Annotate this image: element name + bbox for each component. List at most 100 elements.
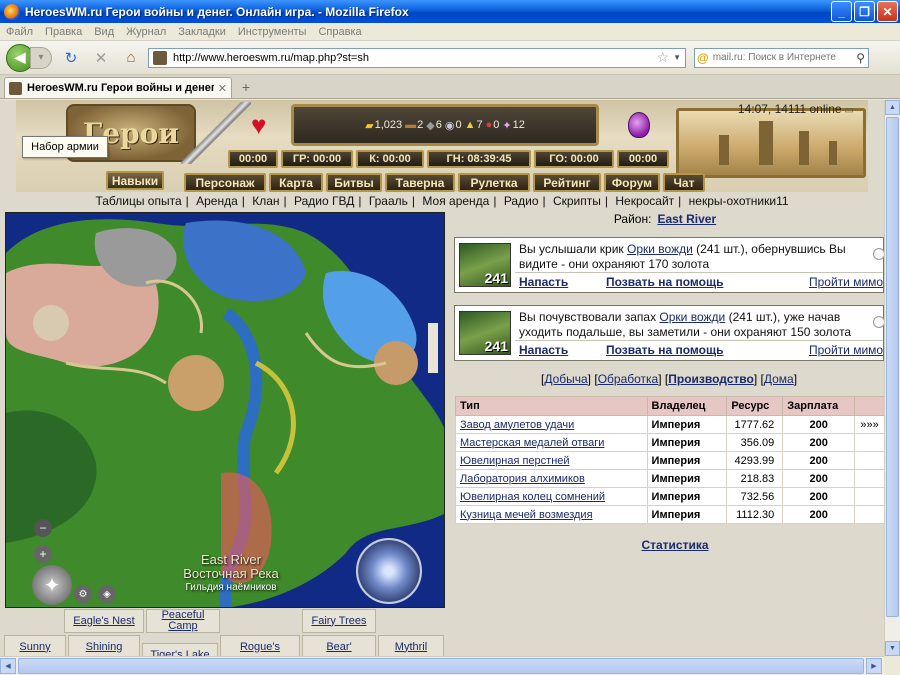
building-link[interactable]: Ювелирная колец сомнений — [455, 487, 648, 506]
monster-link[interactable]: Орки вожди — [659, 310, 725, 324]
link-radio-gvd[interactable]: Радио ГВД — [294, 194, 354, 208]
search-icon[interactable]: ⚲ — [856, 51, 865, 65]
map-compass-icon[interactable]: ✦ — [32, 565, 72, 605]
resource-cell: 1112.30 — [726, 505, 784, 524]
sector-peaceful-camp[interactable]: Peaceful Camp — [146, 609, 220, 633]
call-help-link[interactable]: Позвать на помощь — [606, 343, 723, 357]
bookmark-star-icon[interactable]: ☆ — [657, 49, 670, 66]
menu-history[interactable]: Журнал — [120, 26, 172, 38]
search-input[interactable] — [712, 52, 857, 63]
home-icon[interactable]: ⌂ — [120, 47, 142, 69]
sector-shining[interactable]: Shining — [68, 635, 140, 656]
pass-by-link[interactable]: Пройти мимо — [809, 275, 883, 289]
nav-skills[interactable]: Навыки — [106, 171, 164, 190]
nav-forum[interactable]: Форум — [604, 173, 660, 192]
menu-tools[interactable]: Инструменты — [232, 26, 313, 38]
history-dropdown-icon[interactable]: ▾ — [30, 46, 52, 69]
map-layers-icon[interactable]: ◈ — [98, 585, 116, 603]
nav-character[interactable]: Персонаж — [184, 173, 266, 192]
more-link[interactable]: »»» — [854, 415, 884, 434]
sector-fairy-trees[interactable]: Fairy Trees — [302, 609, 376, 633]
stop-icon[interactable]: ✕ — [90, 47, 112, 69]
attack-link[interactable]: Напасть — [519, 275, 568, 289]
nav-battles[interactable]: Битвы — [326, 173, 382, 192]
map-settings-icon[interactable]: ⚙ — [74, 585, 92, 603]
nav-chat[interactable]: Чат — [663, 173, 705, 192]
reload-icon[interactable]: ↻ — [60, 47, 82, 69]
building-link[interactable]: Лаборатория алхимиков — [455, 469, 648, 488]
event-text: Вы услышали крик Орки вожди (241 шт.), о… — [519, 242, 846, 271]
url-input[interactable] — [173, 51, 657, 64]
tab-heroeswm[interactable]: HeroesWM.ru Герои войны и денег. ... ✕ — [4, 77, 232, 98]
horizontal-scroll-thumb[interactable] — [18, 658, 864, 674]
menu-help[interactable]: Справка — [312, 26, 367, 38]
monster-thumbnail[interactable]: 241 — [459, 243, 511, 287]
link-necrosite[interactable]: Некросайт — [615, 194, 674, 208]
online-icon[interactable]: ▭ — [845, 105, 854, 116]
maximize-button[interactable]: ❐ — [854, 1, 875, 22]
region-name-link[interactable]: East River — [657, 212, 716, 226]
building-link[interactable]: Ювелирная перстней — [455, 451, 648, 470]
monster-thumbnail[interactable]: 241 — [459, 311, 511, 355]
wood-icon: ▬ — [405, 119, 417, 131]
scroll-down-icon[interactable]: ▼ — [885, 641, 900, 656]
menu-file[interactable]: Файл — [0, 26, 39, 38]
pass-by-link[interactable]: Пройти мимо — [809, 343, 883, 357]
menu-edit[interactable]: Правка — [39, 26, 88, 38]
sector-mythril[interactable]: Mythril — [378, 635, 444, 656]
tab-close-icon[interactable]: ✕ — [218, 82, 227, 95]
map-navigator-icon[interactable] — [356, 538, 422, 604]
menu-view[interactable]: Вид — [88, 26, 120, 38]
minimize-button[interactable]: _ — [831, 1, 852, 22]
link-grail[interactable]: Грааль — [369, 194, 408, 208]
tab-houses[interactable]: Дома — [764, 372, 794, 386]
timer-go: ГО: 00:00 — [534, 150, 614, 168]
zoom-in-icon[interactable]: + — [34, 545, 52, 563]
sector-rogues[interactable]: Rogue's — [220, 635, 300, 656]
nav-roulette[interactable]: Рулетка — [458, 173, 530, 192]
link-radio[interactable]: Радио — [504, 194, 539, 208]
vertical-scrollbar[interactable]: ▲ ▼ — [884, 100, 900, 656]
menu-bookmarks[interactable]: Закладки — [172, 26, 232, 38]
scroll-left-icon[interactable]: ◀ — [0, 658, 16, 674]
link-necro-hunters[interactable]: некры-охотники11 — [689, 194, 789, 208]
attack-link[interactable]: Напасть — [519, 343, 568, 357]
building-link[interactable]: Завод амулетов удачи — [455, 415, 648, 434]
close-button[interactable]: ✕ — [877, 1, 898, 22]
heart-icon[interactable]: ♥ — [251, 110, 266, 141]
sector-sunny[interactable]: Sunny — [4, 635, 66, 656]
link-clan[interactable]: Клан — [252, 194, 279, 208]
sulfur-icon: ▲ — [464, 119, 476, 131]
scroll-up-icon[interactable]: ▲ — [885, 100, 900, 115]
new-tab-icon[interactable]: + — [236, 77, 256, 97]
vertical-scroll-thumb[interactable] — [886, 117, 899, 617]
link-scripts[interactable]: Скрипты — [553, 194, 601, 208]
sector-bear[interactable]: Bear' — [302, 635, 376, 656]
scroll-right-icon[interactable]: ▶ — [866, 658, 882, 674]
building-link[interactable]: Мастерская медалей отваги — [455, 433, 648, 452]
link-my-rent[interactable]: Моя аренда — [422, 194, 489, 208]
url-dropdown-icon[interactable]: ▼ — [673, 53, 681, 62]
nav-map[interactable]: Карта — [269, 173, 323, 192]
search-engine-icon[interactable]: @ — [697, 51, 709, 65]
building-link[interactable]: Кузница мечей возмездия — [455, 505, 648, 524]
potion-icon[interactable] — [628, 112, 650, 138]
zoom-out-icon[interactable]: − — [34, 519, 52, 537]
statistics-link[interactable]: Статистика — [455, 538, 884, 552]
tab-mining[interactable]: Добыча — [544, 372, 587, 386]
link-exp-tables[interactable]: Таблицы опыта — [95, 194, 181, 208]
sulfur-resource: ▲ 7 — [464, 119, 483, 131]
horizontal-scrollbar[interactable]: ◀ ▶ — [0, 656, 884, 675]
event-radio[interactable] — [873, 248, 884, 260]
sector-tigers-lake[interactable]: Tiger's Lake — [142, 643, 218, 656]
monster-link[interactable]: Орки вожди — [627, 242, 693, 256]
call-help-link[interactable]: Позвать на помощь — [606, 275, 723, 289]
event-radio[interactable] — [873, 316, 884, 328]
world-map[interactable]: East River Восточная Река Гильдия наёмни… — [5, 212, 445, 608]
tab-production[interactable]: Производство — [668, 372, 754, 386]
sector-eagles-nest[interactable]: Eagle's Nest — [64, 609, 144, 633]
nav-tavern[interactable]: Таверна — [385, 173, 455, 192]
tab-processing[interactable]: Обработка — [598, 372, 659, 386]
link-rent[interactable]: Аренда — [196, 194, 238, 208]
nav-rating[interactable]: Рейтинг — [533, 173, 601, 192]
